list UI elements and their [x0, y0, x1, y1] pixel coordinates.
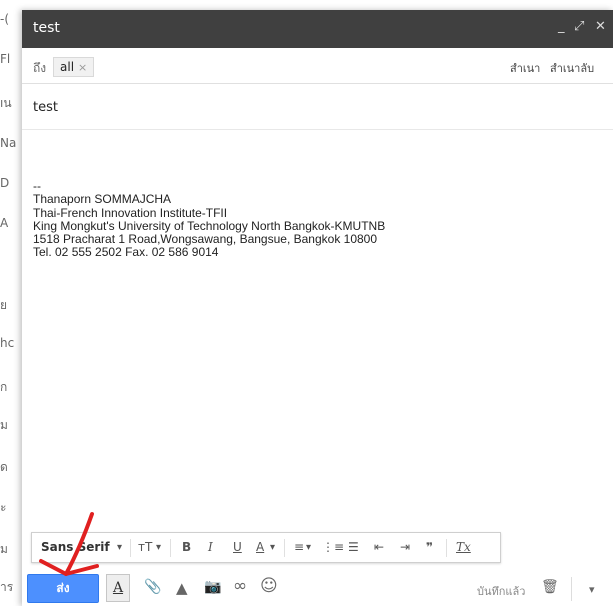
- compose-window: test _ ⤢ ✕ ถึง all × สำเนา สำเนาลับ test …: [22, 10, 613, 606]
- bg-fragment: ม: [0, 542, 8, 556]
- bg-fragment: าร: [0, 580, 14, 594]
- font-dropdown-icon[interactable]: ▾: [117, 542, 122, 553]
- attach-icon[interactable]: 📎: [144, 579, 161, 595]
- toolbar-divider: [170, 539, 171, 557]
- bg-fragment: D: [0, 176, 10, 190]
- signature-address: 1518 Pracharat 1 Road,Wongsawang, Bangsu…: [33, 232, 378, 247]
- minimize-icon[interactable]: _: [558, 19, 565, 34]
- recipient-chip[interactable]: all ×: [53, 57, 95, 77]
- clear-formatting-icon[interactable]: Tx: [456, 540, 471, 554]
- send-button[interactable]: ส่ง: [27, 574, 99, 603]
- action-divider: [571, 577, 572, 601]
- message-body[interactable]: -- Thanaporn SOMMAJCHA Thai-French Innov…: [33, 179, 386, 260]
- quote-icon[interactable]: ❞: [426, 540, 433, 554]
- bg-fragment: Na: [0, 136, 17, 150]
- text-color-button[interactable]: A: [256, 540, 264, 554]
- signature-separator: --: [33, 179, 41, 193]
- bg-fragment: ะ: [0, 500, 7, 514]
- toolbar-divider: [284, 539, 285, 557]
- color-dropdown-icon[interactable]: ▾: [270, 542, 275, 553]
- popout-icon[interactable]: ⤢: [574, 19, 584, 34]
- toolbar-divider: [130, 539, 131, 557]
- to-label: ถึง: [33, 61, 47, 75]
- bg-fragment: A: [0, 216, 9, 230]
- remove-recipient-icon[interactable]: ×: [78, 61, 87, 74]
- screen: -( Fl ıน Na D A ย hc ุก ม ด ะ ม าร test …: [0, 0, 613, 606]
- indent-less-icon[interactable]: ⇤: [374, 540, 384, 554]
- toolbar-divider: [446, 539, 447, 557]
- compose-title: test: [33, 20, 60, 36]
- size-dropdown-icon[interactable]: ▾: [156, 542, 161, 553]
- more-options-icon[interactable]: ▾: [589, 583, 595, 596]
- formatting-options-button[interactable]: A: [106, 574, 130, 602]
- bg-fragment: ุก: [0, 380, 8, 394]
- compose-titlebar[interactable]: test _ ⤢ ✕: [22, 10, 613, 48]
- emoji-icon[interactable]: ☺: [260, 576, 278, 596]
- signature-line: Thai-French Innovation Institute-TFII: [33, 205, 228, 220]
- signature-name: Thanaporn SOMMAJCHA: [33, 192, 172, 207]
- font-family-select[interactable]: Sans Serif: [41, 540, 110, 554]
- bg-fragment: hc: [0, 336, 15, 350]
- subject-text: test: [33, 100, 58, 115]
- bg-fragment: ıน: [0, 96, 12, 110]
- align-dropdown-icon[interactable]: ▾: [306, 542, 311, 553]
- bold-button[interactable]: B: [182, 540, 191, 554]
- to-field[interactable]: ถึง all × สำเนา สำเนาลับ: [22, 48, 613, 84]
- photo-icon[interactable]: 📷: [204, 579, 221, 595]
- bg-fragment: ม: [0, 418, 8, 432]
- signature-line: King Mongkut's University of Technology …: [33, 218, 386, 233]
- bg-fragment: ด: [0, 460, 8, 474]
- trash-icon[interactable]: 🗑: [541, 579, 559, 595]
- bg-fragment: -(: [0, 12, 10, 26]
- bcc-link[interactable]: สำเนาลับ: [550, 59, 594, 77]
- numbered-list-icon[interactable]: ⋮≡: [322, 540, 344, 554]
- formatting-toolbar: Sans Serif ▾ ᴛT ▾ B I U A ▾ ≡ ▾ ⋮≡ ☰ ⇤ ⇥…: [31, 532, 501, 563]
- recipient-name: all: [60, 60, 75, 74]
- font-size-icon[interactable]: ᴛT: [138, 540, 152, 554]
- drive-icon[interactable]: ▲: [176, 579, 188, 597]
- cc-link[interactable]: สำเนา: [510, 59, 540, 77]
- indent-more-icon[interactable]: ⇥: [400, 540, 410, 554]
- bg-fragment: Fl: [0, 52, 11, 66]
- background-mail-list: -( Fl ıน Na D A ย hc ุก ม ด ะ ม าร: [0, 0, 22, 606]
- link-icon[interactable]: ∞: [233, 576, 247, 596]
- underline-button[interactable]: U: [233, 540, 242, 554]
- bg-fragment: ย: [0, 298, 8, 312]
- subject-field[interactable]: test: [22, 84, 613, 130]
- saved-status: บันทึกแล้ว: [477, 585, 526, 598]
- bulleted-list-icon[interactable]: ☰: [348, 540, 359, 554]
- align-icon[interactable]: ≡: [294, 540, 304, 554]
- close-icon[interactable]: ✕: [595, 19, 606, 34]
- signature-phone: Tel. 02 555 2502 Fax. 02 586 9014: [33, 245, 219, 260]
- italic-button[interactable]: I: [208, 540, 213, 554]
